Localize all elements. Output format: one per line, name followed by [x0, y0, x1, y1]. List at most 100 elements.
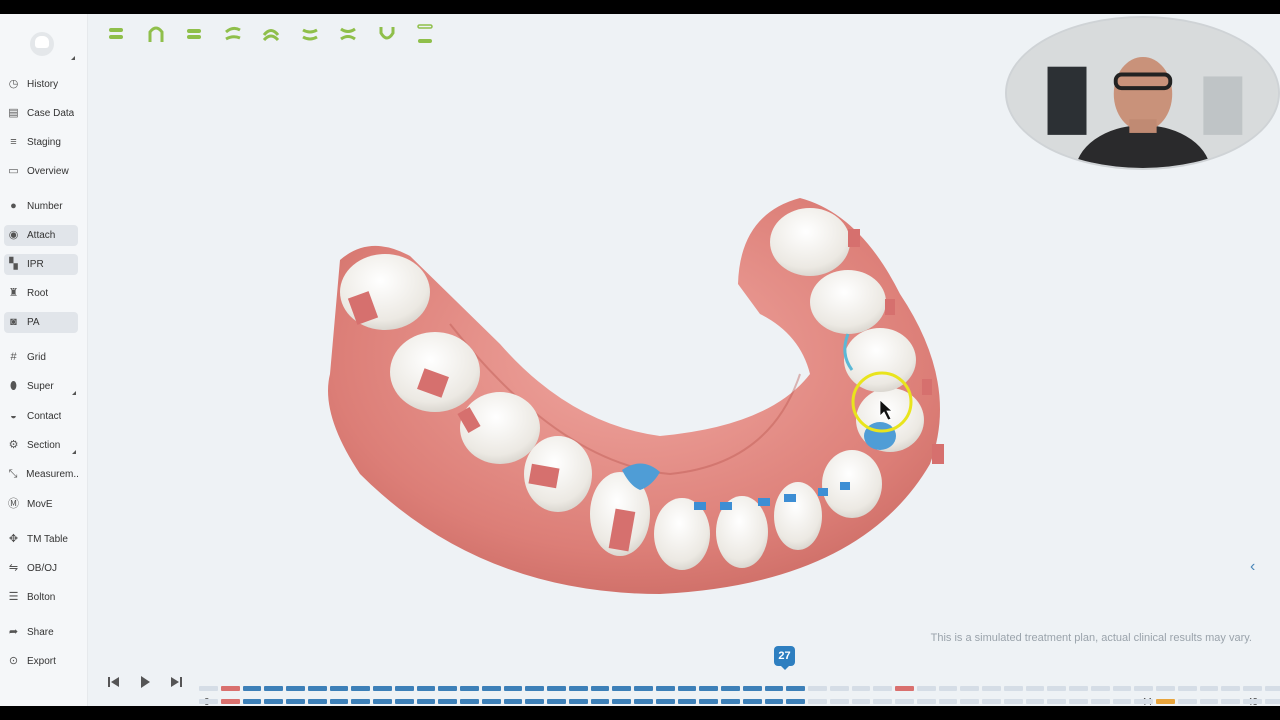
- sidebar-item-overview[interactable]: ▭ Overview: [4, 161, 78, 182]
- stage-segment[interactable]: [677, 686, 697, 691]
- separate-jaws-view-icon[interactable]: [406, 22, 445, 46]
- stage-segment[interactable]: [960, 699, 980, 704]
- stage-segment[interactable]: [1265, 686, 1280, 691]
- sidebar-item-ob-oj[interactable]: ⇋ OB/OJ: [4, 558, 78, 579]
- dental-3d-model[interactable]: [300, 174, 980, 614]
- stage-segment[interactable]: [503, 699, 523, 704]
- both-jaws-view-icon[interactable]: [98, 22, 137, 46]
- stage-segment[interactable]: [851, 699, 871, 704]
- stage-segment[interactable]: [1047, 699, 1067, 704]
- stage-segment[interactable]: [1221, 699, 1241, 704]
- stage-segment[interactable]: [373, 686, 392, 691]
- stage-segment[interactable]: [547, 699, 566, 704]
- stage-segment[interactable]: [655, 686, 675, 691]
- play-button[interactable]: [135, 672, 155, 692]
- stage-timeline[interactable]: 0 44 49: [199, 670, 1280, 706]
- front-view-icon[interactable]: [175, 22, 214, 46]
- sidebar-item-section[interactable]: ⚙ Section: [4, 435, 78, 456]
- stage-segment[interactable]: [1134, 699, 1154, 704]
- stage-segment[interactable]: [242, 699, 262, 704]
- left-view-icon[interactable]: [291, 22, 330, 46]
- sidebar-item-measurement[interactable]: ⤡ Measurem...: [4, 464, 78, 485]
- stage-segment[interactable]: [764, 699, 784, 704]
- caret-icon[interactable]: [72, 391, 76, 395]
- stage-segment[interactable]: [612, 686, 632, 691]
- stage-segment[interactable]: [895, 699, 914, 704]
- stage-segment[interactable]: [873, 686, 893, 691]
- stage-segment[interactable]: [220, 686, 240, 691]
- stage-segment[interactable]: [568, 686, 588, 691]
- upper-arch-view-icon[interactable]: [137, 22, 176, 46]
- stage-segment[interactable]: [416, 699, 436, 704]
- avatar[interactable]: [30, 32, 54, 56]
- sidebar-item-pa[interactable]: ◙ PA: [4, 312, 78, 333]
- stage-segment[interactable]: [982, 699, 1001, 704]
- stage-segment[interactable]: [699, 699, 719, 704]
- stage-segment[interactable]: [786, 699, 806, 704]
- stage-segment[interactable]: [938, 686, 958, 691]
- stage-segment[interactable]: [634, 686, 653, 691]
- sidebar-item-tm-table[interactable]: ✥ TM Table: [4, 529, 78, 550]
- skip-to-end-button[interactable]: [166, 672, 186, 692]
- stage-segment[interactable]: [264, 686, 283, 691]
- right-view-icon[interactable]: [214, 22, 253, 46]
- stage-segment[interactable]: [1003, 699, 1023, 704]
- stage-segment[interactable]: [199, 686, 218, 691]
- stage-segment[interactable]: [1156, 699, 1175, 704]
- stage-segment[interactable]: [329, 686, 349, 691]
- stage-segment[interactable]: [938, 699, 958, 704]
- stage-segment[interactable]: [1243, 686, 1262, 691]
- stage-segment[interactable]: [829, 699, 849, 704]
- stage-segment[interactable]: [568, 699, 588, 704]
- stage-segment[interactable]: [916, 686, 936, 691]
- sidebar-item-case-data[interactable]: ▤ Case Data: [4, 103, 78, 124]
- stage-segment[interactable]: [1134, 686, 1154, 691]
- sidebar-item-ipr[interactable]: ▚ IPR: [4, 254, 78, 275]
- stage-segment[interactable]: [895, 686, 914, 691]
- stage-segment[interactable]: [307, 686, 327, 691]
- stage-segment[interactable]: [1265, 699, 1280, 704]
- stage-segment[interactable]: [373, 699, 392, 704]
- stage-segment[interactable]: [851, 686, 871, 691]
- stage-segment[interactable]: [1112, 686, 1132, 691]
- stage-segment[interactable]: [1003, 686, 1023, 691]
- stage-segment[interactable]: [982, 686, 1001, 691]
- stage-segment[interactable]: [742, 699, 762, 704]
- stage-segment[interactable]: [721, 686, 740, 691]
- stage-segment[interactable]: [655, 699, 675, 704]
- stage-segment[interactable]: [460, 699, 479, 704]
- stage-segment[interactable]: [1025, 699, 1045, 704]
- stage-segment[interactable]: [1177, 686, 1197, 691]
- stage-segment[interactable]: [1069, 699, 1088, 704]
- sidebar-item-attach[interactable]: ◉ Attach: [4, 225, 78, 246]
- stage-segment[interactable]: [438, 686, 458, 691]
- stage-segment[interactable]: [699, 686, 719, 691]
- current-stage-badge[interactable]: 27: [774, 646, 795, 670]
- stage-segment[interactable]: [394, 699, 414, 704]
- stage-segment[interactable]: [329, 699, 349, 704]
- stage-segment[interactable]: [286, 686, 305, 691]
- caret-icon[interactable]: [72, 450, 76, 454]
- stage-segment[interactable]: [1199, 699, 1219, 704]
- lower-arch-view-icon[interactable]: [368, 22, 407, 46]
- stage-segment[interactable]: [286, 699, 305, 704]
- stage-segment[interactable]: [1025, 686, 1045, 691]
- sidebar-item-bolton[interactable]: ☰ Bolton: [4, 587, 78, 608]
- stage-segment[interactable]: [460, 686, 479, 691]
- sidebar-item-share[interactable]: ➦ Share: [4, 622, 78, 643]
- stage-segment[interactable]: [307, 699, 327, 704]
- stage-segment[interactable]: [481, 686, 501, 691]
- stage-segment[interactable]: [786, 686, 806, 691]
- stage-segment[interactable]: [721, 699, 740, 704]
- sidebar-item-number[interactable]: ● Number: [4, 196, 78, 217]
- stage-segment[interactable]: [808, 699, 827, 704]
- stage-segment[interactable]: [634, 699, 653, 704]
- stage-segment[interactable]: [1112, 699, 1132, 704]
- stage-segment[interactable]: [199, 699, 218, 704]
- chevron-left-icon[interactable]: ‹: [1250, 558, 1255, 576]
- bite-view-icon[interactable]: [329, 22, 368, 46]
- stage-segment[interactable]: [438, 699, 458, 704]
- sidebar-item-staging[interactable]: ≡ Staging: [4, 132, 78, 153]
- skip-to-start-button[interactable]: [104, 672, 124, 692]
- sidebar-item-contact[interactable]: ◒ Contact: [4, 406, 78, 427]
